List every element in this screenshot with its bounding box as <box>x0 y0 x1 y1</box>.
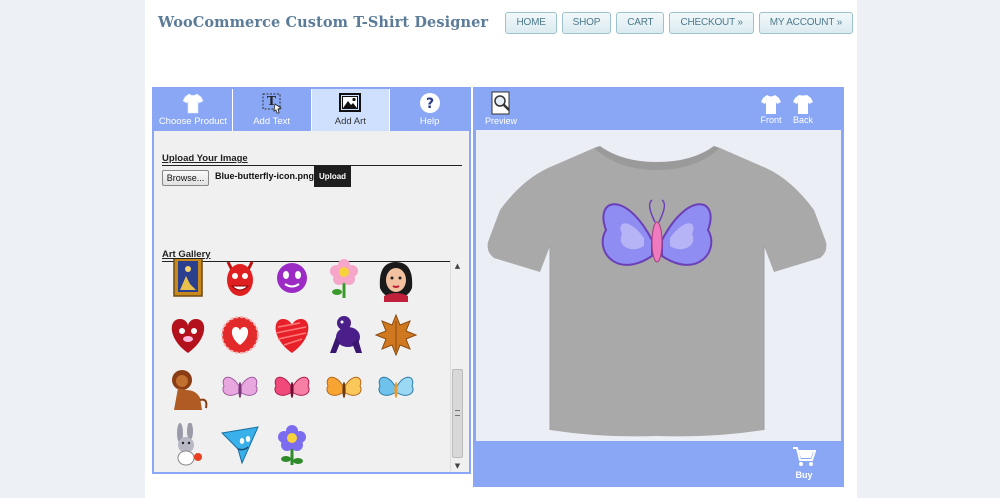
gallery-item-red-butterfly[interactable] <box>270 368 314 412</box>
gallery-item-autumn-leaf[interactable] <box>374 313 418 357</box>
designer-tools-panel: Choose Product T Add Text Add Art ? Help… <box>152 87 471 474</box>
heart-stamp-art-icon <box>221 316 259 354</box>
nav-shop-button[interactable]: SHOP <box>561 12 612 34</box>
page: WooCommerce Custom T-Shirt Designer HOME… <box>145 0 857 498</box>
tab-add-text[interactable]: T Add Text <box>233 89 312 131</box>
preview-button[interactable]: Preview <box>485 91 517 126</box>
autumn-leaf-art-icon <box>374 313 418 357</box>
heart-face-art-icon <box>171 319 205 353</box>
gallery-item-girl-face[interactable] <box>374 259 418 302</box>
top-nav: HOME SHOP CART CHECKOUT » MY ACCOUNT » <box>505 12 853 34</box>
text-icon: T <box>262 93 282 114</box>
magnifier-document-icon <box>491 91 510 115</box>
site-title: WooCommerce Custom T-Shirt Designer <box>158 14 489 31</box>
front-view-button[interactable]: Front <box>760 93 782 125</box>
gallery-item-orange-butterfly[interactable] <box>322 368 366 412</box>
gallery-item-pink-flower[interactable] <box>322 259 366 302</box>
art-gallery <box>162 259 448 473</box>
purple-gorilla-art-icon <box>330 316 362 353</box>
gallery-scrollbar[interactable]: ▲ ▼ <box>450 260 464 472</box>
tshirt-canvas[interactable] <box>476 130 841 441</box>
upload-button[interactable]: Upload <box>314 166 351 187</box>
rabbit-art-icon <box>177 422 202 466</box>
preview-label: Preview <box>485 116 518 126</box>
scrollbar-thumb[interactable] <box>452 369 463 458</box>
gallery-item-pink-butterfly[interactable] <box>218 368 262 412</box>
svg-text:?: ? <box>426 96 434 112</box>
back-label: Back <box>792 115 813 125</box>
blue-flower-art-icon <box>278 425 306 465</box>
picture-frame-art-icon <box>173 259 203 297</box>
girl-face-art-icon <box>379 262 413 302</box>
tshirt-mockup <box>487 146 827 437</box>
scroll-down-arrow-icon[interactable]: ▼ <box>451 460 464 472</box>
tshirt-icon <box>182 93 204 114</box>
selected-file-name: Blue-butterfly-icon.png <box>215 171 314 181</box>
gallery-item-rabbit[interactable] <box>166 422 210 467</box>
scribble-heart-art-icon <box>275 319 309 353</box>
tshirt-back-icon <box>793 95 813 114</box>
nav-cart-button[interactable]: CART <box>616 12 665 34</box>
gallery-item-picture-frame[interactable] <box>166 259 210 302</box>
tab-label: Help <box>419 116 440 127</box>
tab-label: Add Text <box>253 116 291 127</box>
help-icon: ? <box>419 93 440 113</box>
tab-label: Choose Product <box>158 116 227 127</box>
shopping-cart-icon <box>793 447 817 466</box>
nav-checkout-button[interactable]: CHECKOUT » <box>669 12 754 34</box>
tab-choose-product[interactable]: Choose Product <box>154 89 233 131</box>
gallery-item-red-devil[interactable] <box>218 259 262 302</box>
buy-label: Buy <box>795 470 813 480</box>
picture-icon <box>339 93 362 112</box>
gallery-item-heart-face[interactable] <box>166 313 210 357</box>
blue-cursor-art-icon <box>220 426 259 465</box>
pink-flower-art-icon <box>330 259 358 298</box>
tshirt-front-icon <box>761 95 781 114</box>
gallery-item-scribble-heart[interactable] <box>270 313 314 357</box>
gallery-item-purple-face[interactable] <box>270 259 314 302</box>
pink-butterfly-art-icon <box>222 376 258 398</box>
nav-my-account-button[interactable]: MY ACCOUNT » <box>758 12 853 34</box>
tool-tabs: Choose Product T Add Text Add Art ? Help <box>154 89 469 131</box>
red-devil-art-icon <box>226 261 254 296</box>
purple-face-art-icon <box>277 263 307 293</box>
gallery-item-blue-cursor[interactable] <box>218 423 262 467</box>
tab-add-art[interactable]: Add Art <box>311 89 391 131</box>
scroll-up-arrow-icon[interactable]: ▲ <box>451 260 464 272</box>
nav-home-button[interactable]: HOME <box>505 12 557 34</box>
gallery-item-blue-butterfly[interactable] <box>374 368 418 412</box>
upload-section-title: Upload Your Image <box>162 153 462 166</box>
orange-butterfly-art-icon <box>326 376 362 398</box>
gallery-item-blue-flower[interactable] <box>270 423 314 467</box>
design-preview-panel: Preview Front Back Buy <box>473 87 844 487</box>
grip-icon <box>455 410 460 416</box>
browse-button[interactable]: Browse... <box>162 170 209 186</box>
red-butterfly-art-icon <box>274 376 310 398</box>
blue-butterfly-art-icon <box>378 376 414 398</box>
gallery-item-heart-stamp[interactable] <box>218 313 262 357</box>
front-label: Front <box>760 115 782 125</box>
back-view-button[interactable]: Back <box>792 93 814 125</box>
tab-label: Add Art <box>334 116 366 127</box>
gallery-item-lion[interactable] <box>166 368 210 412</box>
buy-button[interactable]: Buy <box>790 446 818 482</box>
lion-art-icon <box>172 370 208 410</box>
gallery-item-purple-gorilla[interactable] <box>322 313 366 357</box>
tab-help[interactable]: ? Help <box>390 89 469 131</box>
